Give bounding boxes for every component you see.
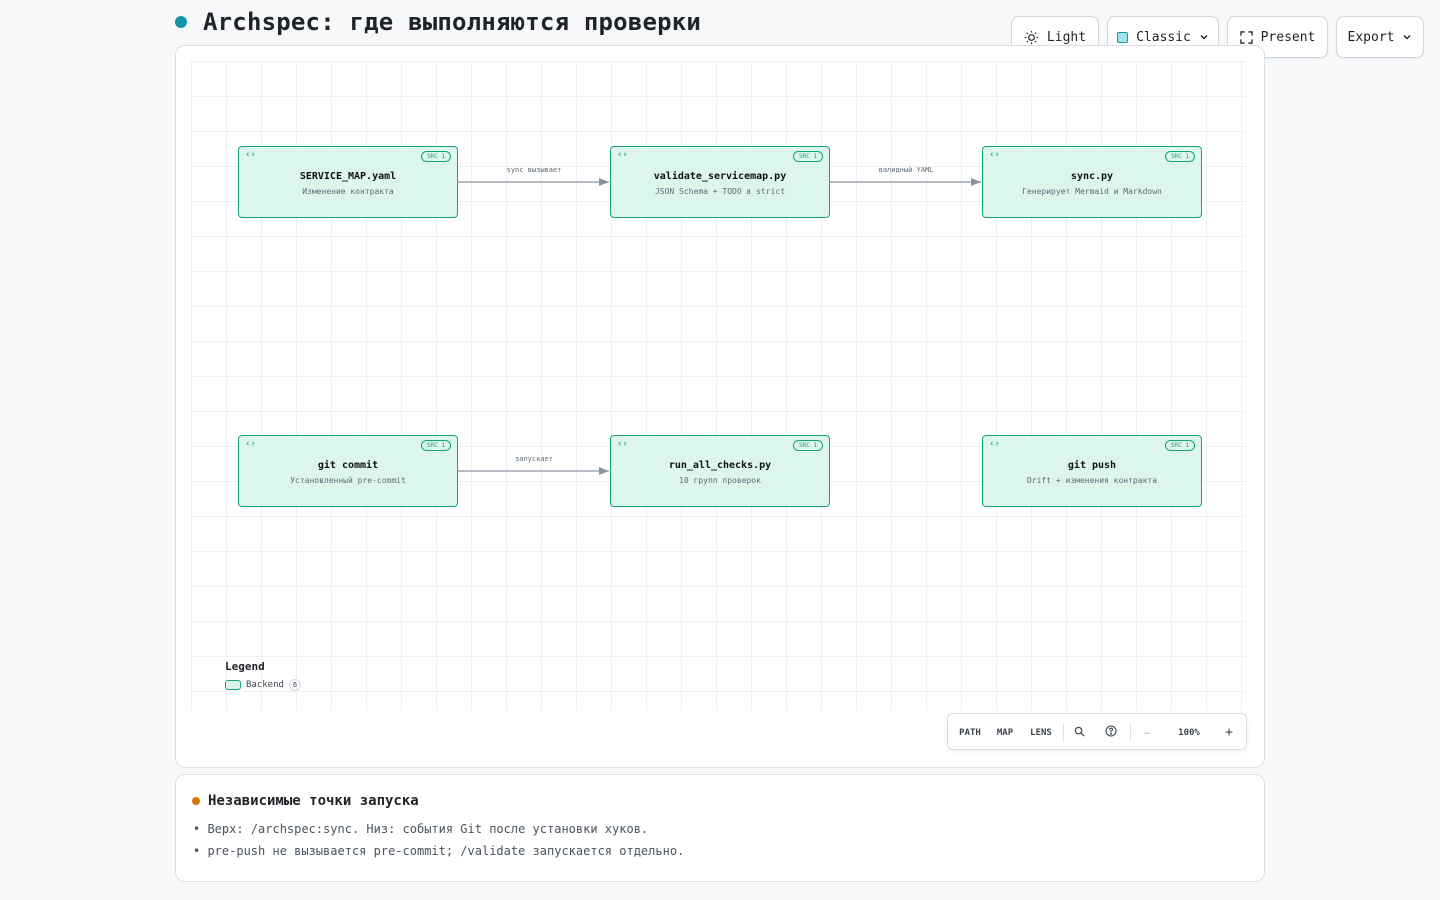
legend-item-count: 6 <box>288 679 301 691</box>
path-mode-button[interactable]: PATH <box>954 714 986 751</box>
node-subtitle: Генерирует Mermaid и Markdown <box>1022 187 1162 196</box>
node-title: validate_servicemap.py <box>653 171 787 182</box>
edge-label: sync вызывает <box>506 166 562 174</box>
source-badge[interactable]: SRC 1 <box>420 440 451 451</box>
zoom-out-button[interactable]: − <box>1136 714 1158 751</box>
search-icon <box>1074 726 1085 740</box>
source-badge[interactable]: SRC 1 <box>792 151 823 162</box>
page-title: Archspec: где выполняются проверки <box>203 8 702 36</box>
code-icon: ‹› <box>245 439 256 449</box>
style-swatch <box>1117 31 1129 43</box>
edge-label: валидный YAML <box>878 166 934 174</box>
node-title: SERVICE_MAP.yaml <box>299 171 397 182</box>
diagram-node[interactable]: ‹› SRC 1 sync.py Генерирует Mermaid и Markd… <box>982 146 1202 218</box>
page-title-row: Archspec: где выполняются проверки <box>175 6 701 38</box>
note-line: • Верх: /archspec:sync. Низ: события Git… <box>193 822 649 836</box>
title-status-dot <box>175 16 187 28</box>
legend-swatch <box>225 680 241 690</box>
divider <box>1063 723 1064 742</box>
code-icon: ‹› <box>245 150 256 160</box>
chevron-down-icon <box>1402 32 1412 42</box>
notes-title: Независимые точки запуска <box>208 793 419 809</box>
notes-panel: Независимые точки запуска • Верх: /archs… <box>175 774 1265 882</box>
diagram-node[interactable]: ‹› SRC 1 SERVICE_MAP.yaml Изменение контрак… <box>238 146 458 218</box>
code-icon: ‹› <box>989 439 1000 449</box>
legend-item-label: Backend <box>246 680 284 690</box>
edge-label: запускает <box>515 455 553 463</box>
node-subtitle: Установленный pre-commit <box>290 476 406 485</box>
divider <box>1130 723 1131 742</box>
node-subtitle: JSON Schema + TODO в strict <box>654 187 786 196</box>
source-badge[interactable]: SRC 1 <box>420 151 451 162</box>
style-label: Classic <box>1136 29 1191 45</box>
lens-mode-button[interactable]: LENS <box>1024 714 1058 751</box>
node-subtitle: Drift + изменения контракта <box>1026 476 1158 485</box>
source-badge[interactable]: SRC 1 <box>1164 151 1195 162</box>
code-icon: ‹› <box>989 150 1000 160</box>
node-title: git push <box>1067 460 1117 471</box>
diagram-node[interactable]: ‹› SRC 1 git push Drift + изменения контрак… <box>982 435 1202 507</box>
code-icon: ‹› <box>617 150 628 160</box>
map-mode-button[interactable]: MAP <box>990 714 1020 751</box>
diagram-node[interactable]: ‹› SRC 1 run_all_checks.py 10 групп проверо… <box>610 435 830 507</box>
zoom-level: 100% <box>1178 727 1200 738</box>
theme-label: Light <box>1046 29 1087 45</box>
canvas-controls: PATH MAP LENS − 100% + <box>947 713 1247 750</box>
chevron-down-icon <box>1199 32 1209 42</box>
legend-title: Legend <box>225 660 265 673</box>
diagram-canvas[interactable]: ‹› SRC 1 SERVICE_MAP.yaml Изменение контрак… <box>175 45 1265 768</box>
node-subtitle: 10 групп проверок <box>679 476 761 485</box>
source-badge[interactable]: SRC 1 <box>1164 440 1195 451</box>
node-title: git commit <box>317 460 379 471</box>
note-line: • pre-push не вызывается pre-commit; /va… <box>193 844 685 858</box>
export-label: Export <box>1347 29 1395 45</box>
source-badge[interactable]: SRC 1 <box>792 440 823 451</box>
export-menu-button[interactable]: Export <box>1336 16 1424 58</box>
node-subtitle: Изменение контракта <box>302 187 394 196</box>
present-label: Present <box>1260 29 1316 45</box>
help-button[interactable] <box>1100 714 1122 751</box>
search-button[interactable] <box>1068 714 1090 751</box>
node-title: run_all_checks.py <box>668 460 772 471</box>
sun-icon <box>1024 30 1039 45</box>
legend-item[interactable]: Backend 6 <box>225 679 301 691</box>
legend: Legend Backend 6 <box>225 660 301 691</box>
help-icon <box>1105 725 1117 740</box>
fullscreen-icon <box>1239 30 1253 44</box>
code-icon: ‹› <box>617 439 628 449</box>
zoom-in-button[interactable]: + <box>1218 714 1240 751</box>
notes-header: Независимые точки запуска <box>192 793 419 809</box>
notes-status-dot <box>192 797 200 805</box>
node-title: sync.py <box>1070 171 1114 182</box>
diagram-node[interactable]: ‹› SRC 1 git commit Установленный pre-commi… <box>238 435 458 507</box>
diagram-node[interactable]: ‹› SRC 1 validate_servicemap.py JSON Schema… <box>610 146 830 218</box>
